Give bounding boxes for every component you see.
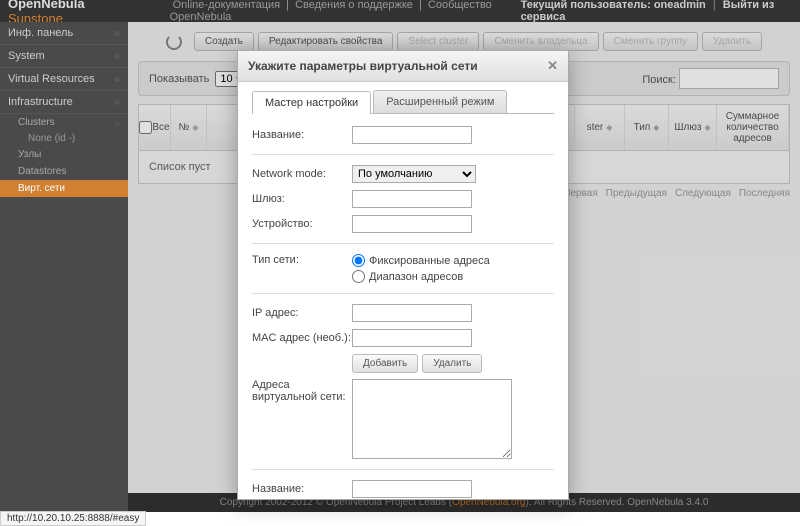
name2-input[interactable] xyxy=(352,480,472,498)
ip-label: IP адрес: xyxy=(252,307,352,319)
create-vnet-dialog: Укажите параметры виртуальной сети ✕ Мас… xyxy=(237,50,569,500)
sidebar-item-clusters[interactable]: Clusters○ xyxy=(0,114,128,131)
device-input[interactable] xyxy=(352,215,472,233)
bridge-input[interactable] xyxy=(352,190,472,208)
chevron-icon: ○ xyxy=(115,28,120,38)
close-icon[interactable]: ✕ xyxy=(547,58,558,74)
addresses-textarea[interactable] xyxy=(352,379,512,459)
sidebar-item-cluster-none[interactable]: None (id -) xyxy=(0,131,128,146)
mac-input[interactable] xyxy=(352,329,472,347)
add-button[interactable]: Добавить xyxy=(352,354,418,373)
user-label: Текущий пользователь: xyxy=(521,0,651,11)
chevron-icon: ○ xyxy=(115,74,120,84)
nav-docs-link[interactable]: Online-документация xyxy=(173,0,281,11)
sidebar-item-dashboard[interactable]: Инф. панель○ xyxy=(0,22,128,45)
sidebar-item-vresources[interactable]: Virtual Resources○ xyxy=(0,68,128,91)
radio-ranged[interactable]: Диапазон адресов xyxy=(352,270,490,283)
device-label: Устройство: xyxy=(252,218,352,230)
tab-advanced[interactable]: Расширенный режим xyxy=(373,90,507,113)
remove-button[interactable]: Удалить xyxy=(422,354,482,373)
dialog-tabs: Мастер настройки Расширенный режим xyxy=(252,90,554,114)
sidebar-item-vnets[interactable]: Вирт. сети xyxy=(0,180,128,197)
radio-fixed[interactable]: Фиксированные адреса xyxy=(352,254,490,267)
radio-ranged-input[interactable] xyxy=(352,270,365,283)
chevron-icon: ○ xyxy=(115,97,120,107)
sidebar-item-system[interactable]: System○ xyxy=(0,45,128,68)
chevron-icon: ○ xyxy=(115,51,120,61)
name2-label: Название: xyxy=(252,483,352,495)
mode-label: Network mode: xyxy=(252,168,352,180)
user-info: Текущий пользователь: oneadmin | Выйти и… xyxy=(521,0,792,23)
dialog-body: Мастер настройки Расширенный режим Назва… xyxy=(238,82,568,499)
radio-fixed-input[interactable] xyxy=(352,254,365,267)
logo-text: OpenNebula xyxy=(8,0,85,11)
dialog-titlebar: Укажите параметры виртуальной сети ✕ xyxy=(238,51,568,82)
name-label: Название: xyxy=(252,129,352,141)
bridge-label: Шлюз: xyxy=(252,193,352,205)
name-input[interactable] xyxy=(352,126,472,144)
header-bar: OpenNebula Sunstone Online-документация … xyxy=(0,0,800,22)
sidebar: Инф. панель○ System○ Virtual Resources○ … xyxy=(0,22,128,512)
addresses-label: Адреса виртуальной сети: xyxy=(252,379,352,403)
sidebar-item-infrastructure[interactable]: Infrastructure○ xyxy=(0,91,128,114)
sidebar-item-hosts[interactable]: Узлы xyxy=(0,146,128,163)
chevron-icon: ○ xyxy=(115,118,120,128)
status-bar: http://10.20.10.25:8888/#easy xyxy=(0,511,146,526)
tab-wizard[interactable]: Мастер настройки xyxy=(252,91,371,114)
top-nav: Online-документация | Сведения о поддерж… xyxy=(170,0,521,23)
ip-input[interactable] xyxy=(352,304,472,322)
sidebar-item-datastores[interactable]: Datastores xyxy=(0,163,128,180)
nav-support-link[interactable]: Сведения о поддержке xyxy=(295,0,413,11)
mode-select[interactable]: По умолчанию xyxy=(352,165,476,183)
mac-label: MAC адрес (необ.): xyxy=(252,332,352,344)
username: oneadmin xyxy=(654,0,706,11)
nettype-label: Тип сети: xyxy=(252,254,352,266)
dialog-title: Укажите параметры виртуальной сети xyxy=(248,59,478,73)
